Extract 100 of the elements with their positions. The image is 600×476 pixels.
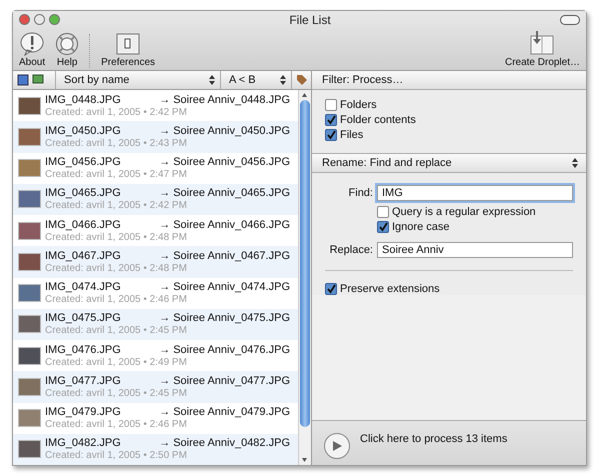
file-row[interactable]: IMG_0450.JPG → Soiree Anniv_0450.JPG Created: avril 1, 2005 • 2:43 PM [13,121,298,152]
new-file-name: → Soiree Anniv_0482.JPG [159,437,290,450]
created-date: Created: avril 1, 2005 • 2:46 PM [45,294,188,306]
new-file-name: → Soiree Anniv_0475.JPG [159,312,290,324]
toolbar-button[interactable]: About [17,32,48,68]
up-down-arrows-icon [280,75,286,85]
created-date: Created: avril 1, 2005 • 2:46 PM [45,419,188,430]
new-file-name: → Soiree Anniv_0477.JPG [159,374,290,387]
checkmark-icon [326,284,336,294]
new-file-name: → Soiree Anniv_0450.JPG [159,124,290,137]
new-file-name: → Soiree Anniv_0466.JPG [159,218,290,231]
file-row[interactable]: IMG_0448.JPG → Soiree Anniv_0448.JPG Created: avril 1, 2005 • 2:42 PM [13,90,298,122]
file-name: IMG_0448.JPG [45,94,121,106]
file-name: IMG_0482.JPG [45,437,121,450]
file-name: IMG_0450.JPG [45,124,121,137]
file-row[interactable]: IMG_0476.JPG → Soiree Anniv_0476.JPG Created: avril 1, 2005 • 2:49 PM [13,340,298,372]
checkbox-label: Folders [340,99,377,111]
replace-label: Replace: [328,244,373,256]
toolbar-button[interactable]: Help [53,32,82,68]
new-file-name: → Soiree Anniv_0456.JPG [159,156,290,168]
new-file-name: → Soiree Anniv_0448.JPG [159,94,290,106]
checkbox[interactable] [325,129,337,141]
checkbox-label: Folder contents [340,114,416,126]
up-down-arrows-icon [209,75,215,85]
toolbar-button[interactable]: Create Droplet… [502,30,582,68]
file-row[interactable]: IMG_0479.JPG → Soiree Anniv_0479.JPG Created: avril 1, 2005 • 2:46 PM [13,402,298,434]
photo-placeholder [18,252,41,271]
scrollbar-thumb[interactable] [300,100,310,427]
photo-placeholder [18,440,41,458]
file-name: IMG_0474.JPG [45,281,121,294]
photo-placeholder [18,315,41,334]
order-dropdown[interactable]: A < B [220,71,291,89]
replace-field[interactable]: Soiree Anniv [377,242,573,258]
scrollbar[interactable] [298,90,311,465]
switch-panel-icon [115,32,142,56]
new-file-name: → Soiree Anniv_0465.JPG [159,187,290,200]
photo-placeholder [18,378,41,396]
photo-placeholder [18,409,41,428]
rename-dropdown[interactable]: Rename: Find and replace [312,153,586,173]
sort-dropdown[interactable]: Sort by name [55,71,220,89]
new-file-name: → Soiree Anniv_0474.JPG [159,281,290,294]
photo-placeholder [18,128,41,146]
checkbox-label: Ignore case [392,221,450,233]
file-name: IMG_0466.JPG [45,218,121,231]
file-row[interactable]: IMG_0482.JPG → Soiree Anniv_0482.JPG Created: avril 1, 2005 • 2:50 PM [13,434,298,465]
created-date: Created: avril 1, 2005 • 2:43 PM [45,138,188,149]
tag-icon[interactable] [296,74,308,86]
file-name: IMG_0465.JPG [45,187,121,200]
new-file-name: → Soiree Anniv_0476.JPG [159,344,290,356]
up-down-arrows-icon [572,158,578,168]
checkbox[interactable] [377,206,389,218]
lifebuoy-icon [55,32,80,56]
window-title: File List [288,12,332,26]
photo-placeholder [18,284,41,302]
checkbox[interactable] [325,114,337,126]
file-row[interactable]: IMG_0477.JPG → Soiree Anniv_0477.JPG Created: avril 1, 2005 • 2:45 PM [13,371,298,402]
created-date: Created: avril 1, 2005 • 2:49 PM [45,356,188,368]
created-date: Created: avril 1, 2005 • 2:42 PM [45,200,188,212]
created-date: Created: avril 1, 2005 • 2:50 PM [45,450,188,462]
file-row[interactable]: IMG_0466.JPG → Soiree Anniv_0466.JPG Created: avril 1, 2005 • 2:48 PM [13,215,298,246]
file-row[interactable]: IMG_0475.JPG → Soiree Anniv_0475.JPG Created: avril 1, 2005 • 2:45 PM [13,308,298,340]
minimize-button[interactable] [34,14,45,25]
file-row[interactable]: IMG_0467.JPG → Soiree Anniv_0467.JPG Created: avril 1, 2005 • 2:48 PM [13,246,298,278]
created-date: Created: avril 1, 2005 • 2:45 PM [45,325,188,336]
file-name: IMG_0456.JPG [45,156,121,168]
created-date: Created: avril 1, 2005 • 2:48 PM [45,262,188,274]
zoom-button[interactable] [49,14,60,25]
checkbox-label: Preserve extensions [340,283,440,295]
file-row[interactable]: IMG_0474.JPG → Soiree Anniv_0474.JPG Created: avril 1, 2005 • 2:46 PM [13,278,298,309]
play-button[interactable] [324,433,350,459]
file-name: IMG_0476.JPG [45,344,121,356]
created-date: Created: avril 1, 2005 • 2:42 PM [45,106,188,118]
checkbox[interactable] [325,99,337,111]
process-label: Click here to process 13 items [360,433,508,445]
photo-placeholder [18,190,41,208]
toolbar-toggle-button[interactable] [560,14,580,24]
photo-placeholder [18,346,41,365]
alert-bubble-icon [19,32,46,56]
file-name: IMG_0475.JPG [45,312,121,324]
filter-header[interactable]: Filter: Process… [312,71,586,90]
file-row[interactable]: IMG_0465.JPG → Soiree Anniv_0465.JPG Created: avril 1, 2005 • 2:42 PM [13,184,298,215]
toolbar-button[interactable]: Preferences [99,32,158,68]
created-date: Created: avril 1, 2005 • 2:47 PM [45,169,188,180]
photo-placeholder [18,96,41,115]
new-file-name: → Soiree Anniv_0479.JPG [159,406,290,418]
photo-placeholder [18,159,41,178]
new-file-name: → Soiree Anniv_0467.JPG [159,250,290,262]
file-name: IMG_0479.JPG [45,406,121,418]
checkbox[interactable] [377,221,389,233]
photo-placeholder [18,222,41,240]
checkbox-label: Files [340,129,364,141]
find-label: Find: [348,187,373,199]
find-field[interactable]: IMG [377,185,573,201]
play-icon [331,440,343,452]
checkmark-icon [378,222,388,232]
close-button[interactable] [19,14,30,25]
file-name: IMG_0477.JPG [45,374,121,387]
created-date: Created: avril 1, 2005 • 2:48 PM [45,232,188,243]
file-row[interactable]: IMG_0456.JPG → Soiree Anniv_0456.JPG Created: avril 1, 2005 • 2:47 PM [13,152,298,184]
checkbox[interactable] [325,283,337,295]
